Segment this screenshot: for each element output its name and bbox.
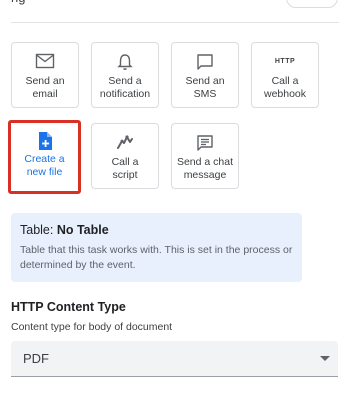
script-icon [92, 134, 158, 152]
bell-icon [92, 53, 158, 71]
action-send-sms-button[interactable]: Send an SMS [171, 42, 239, 108]
action-label: Call a script [111, 156, 139, 181]
top-field-label-fragment: ng [11, 0, 25, 5]
action-label: Send a notification [99, 75, 151, 100]
top-pill-control[interactable] [286, 0, 338, 8]
table-info-description: Table that this task works with. This is… [20, 244, 293, 271]
action-send-email-button[interactable]: Send an email [11, 42, 79, 108]
table-info-value: No Table [56, 223, 109, 237]
chat-bubble-icon [172, 53, 238, 71]
content-type-description: Content type for body of document [11, 321, 173, 333]
content-type-title: HTTP Content Type [11, 300, 126, 314]
table-info-box: Table: No Table Table that this task wor… [11, 213, 302, 282]
table-info-title: Table: No Table [20, 223, 109, 237]
action-label: Send an SMS [185, 75, 225, 100]
dropdown-caret-icon [320, 356, 330, 361]
content-type-selected-value: PDF [23, 351, 49, 366]
action-send-chat-message-button[interactable]: Send a chat message [171, 123, 239, 189]
email-icon [12, 53, 78, 71]
action-label: Call a webhook [263, 75, 307, 100]
content-type-select[interactable]: PDF [11, 341, 338, 377]
chat-message-icon [172, 134, 238, 152]
action-send-notification-button[interactable]: Send a notification [91, 42, 159, 108]
action-call-webhook-button[interactable]: HTTP Call a webhook [251, 42, 319, 108]
action-label: Create a new file [24, 153, 65, 178]
new-file-icon [11, 131, 78, 150]
action-call-script-button[interactable]: Call a script [91, 123, 159, 189]
top-divider [11, 22, 339, 23]
action-label: Send a chat message [176, 156, 234, 181]
action-label: Send an email [25, 75, 65, 100]
http-icon: HTTP [274, 58, 296, 65]
action-create-new-file-button[interactable]: Create a new file [8, 120, 81, 194]
